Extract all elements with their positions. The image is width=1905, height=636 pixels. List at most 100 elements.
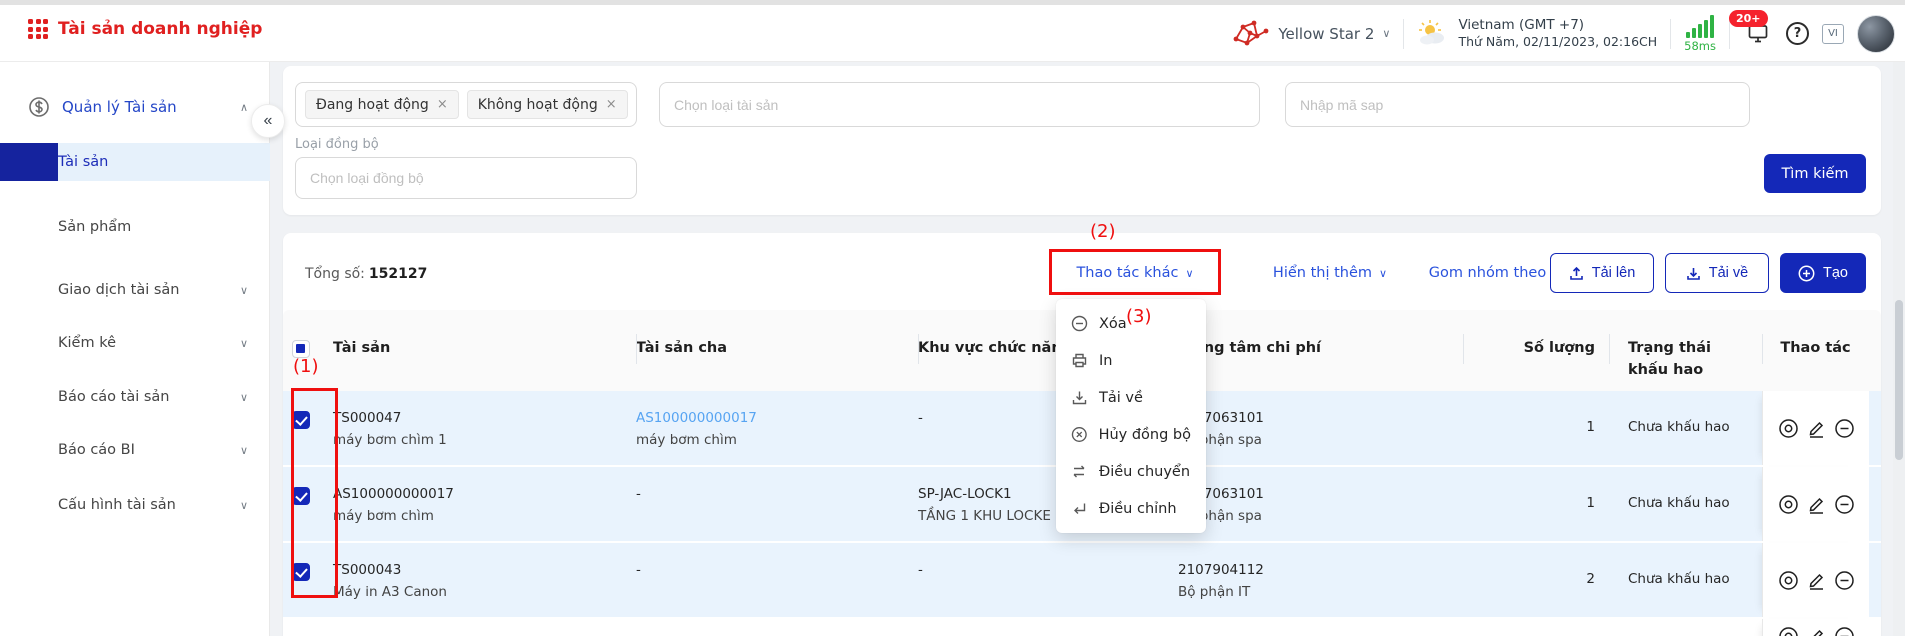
language-toggle[interactable]: VI bbox=[1822, 24, 1844, 44]
search-button[interactable]: Tìm kiếm bbox=[1764, 154, 1866, 193]
scrollbar-thumb[interactable] bbox=[1895, 300, 1903, 460]
notifications-button[interactable]: 20+ bbox=[1743, 19, 1773, 49]
cost-center-name: Bộ phận spa bbox=[1178, 430, 1449, 452]
column-header-depreciation[interactable]: Trạng thái khấu hao bbox=[1609, 310, 1762, 391]
remove-chip-icon[interactable]: × bbox=[437, 97, 448, 112]
download-button[interactable]: Tải về bbox=[1665, 253, 1769, 293]
sidebar-item-label: Cấu hình tài sản bbox=[0, 497, 176, 513]
view-icon[interactable] bbox=[1777, 625, 1800, 636]
menu-item-label: Điều chỉnh bbox=[1099, 501, 1177, 517]
show-more-dropdown-trigger[interactable]: Hiển thị thêm ∨ bbox=[1265, 251, 1395, 295]
sidebar-item-label: Kiểm kê bbox=[0, 335, 116, 351]
column-header-quantity[interactable]: Số lượng bbox=[1463, 310, 1609, 391]
sidebar-item-cau-hinh-tai-san[interactable]: Cấu hình tài sản ∨ bbox=[0, 493, 270, 517]
edit-icon[interactable] bbox=[1805, 493, 1828, 516]
menu-item-download[interactable]: Tải về bbox=[1056, 379, 1206, 416]
view-icon[interactable] bbox=[1777, 417, 1800, 440]
sidebar-item-bao-cao-bi[interactable]: Báo cáo BI ∨ bbox=[0, 438, 270, 462]
help-button[interactable]: ? bbox=[1786, 22, 1809, 45]
cost-center-name: Bộ phận IT bbox=[1178, 582, 1449, 604]
sidebar-section-asset-management[interactable]: Quản lý Tài sản ∧ bbox=[0, 95, 270, 119]
view-icon[interactable] bbox=[1777, 493, 1800, 516]
sync-type-input[interactable] bbox=[295, 157, 637, 199]
network-latency: 58ms bbox=[1684, 14, 1716, 53]
status-multiselect[interactable]: Đang hoạt động × Không hoạt động × bbox=[295, 82, 637, 127]
sidebar-item-label: Báo cáo tài sản bbox=[0, 389, 170, 405]
sidebar-item-label: Báo cáo BI bbox=[0, 442, 135, 458]
asset-type-input[interactable] bbox=[659, 82, 1260, 127]
create-button[interactable]: Tạo bbox=[1780, 253, 1866, 293]
table-row[interactable]: TS000043Máy in A3 Canon - - 2107904112Bộ… bbox=[283, 543, 1881, 619]
region-label: Vietnam (GMT +7) bbox=[1458, 17, 1657, 34]
menu-item-label: Tải về bbox=[1099, 390, 1143, 406]
menu-item-delete[interactable]: Xóa bbox=[1056, 305, 1206, 342]
download-label: Tải về bbox=[1709, 265, 1749, 281]
edit-icon[interactable] bbox=[1805, 569, 1828, 592]
printer-icon bbox=[1071, 352, 1088, 369]
chevron-down-icon: ∨ bbox=[1382, 27, 1390, 40]
sidebar-section-label: Quản lý Tài sản bbox=[62, 98, 177, 116]
more-actions-menu: Xóa In Tải về Hủy đồng bộ Điều chuyển Đi… bbox=[1056, 299, 1206, 533]
minus-circle-icon bbox=[1071, 315, 1088, 332]
chevron-down-icon: ∨ bbox=[1379, 267, 1387, 280]
menu-item-transfer[interactable]: Điều chuyển bbox=[1056, 453, 1206, 490]
chip-label: Không hoạt động bbox=[478, 97, 598, 113]
upload-button[interactable]: Tải lên bbox=[1550, 253, 1654, 293]
total-value: 152127 bbox=[369, 266, 427, 282]
app-header: Tài sản doanh nghiệp Yellow Star 2 ∨ bbox=[0, 5, 1905, 62]
quantity-value: 1 bbox=[1463, 391, 1609, 465]
app-grid-icon[interactable] bbox=[28, 19, 48, 39]
menu-item-adjust[interactable]: Điều chỉnh bbox=[1056, 490, 1206, 527]
divider bbox=[1670, 19, 1671, 49]
more-actions-label: Thao tác khác bbox=[1076, 265, 1178, 281]
status-chip: Không hoạt động × bbox=[467, 90, 628, 119]
deactivate-icon[interactable] bbox=[1833, 417, 1856, 440]
menu-item-cancel-sync[interactable]: Hủy đồng bộ bbox=[1056, 416, 1206, 453]
row-checkbox[interactable] bbox=[292, 563, 310, 581]
menu-item-label: In bbox=[1099, 353, 1112, 369]
column-header-parent[interactable]: Tài sản cha bbox=[636, 310, 918, 391]
group-by-dropdown-trigger[interactable]: Gom nhóm theo ∨ bbox=[1425, 251, 1565, 295]
asset-name: máy bơm chìm bbox=[333, 506, 622, 528]
avatar[interactable] bbox=[1857, 15, 1895, 53]
row-checkbox[interactable] bbox=[292, 411, 310, 429]
remove-chip-icon[interactable]: × bbox=[606, 97, 617, 112]
sidebar-item-giao-dich-tai-san[interactable]: Giao dịch tài sản ∨ bbox=[0, 278, 270, 302]
vertical-scrollbar[interactable] bbox=[1893, 62, 1905, 636]
row-checkbox[interactable] bbox=[292, 487, 310, 505]
column-header-asset[interactable]: Tài sản bbox=[333, 310, 636, 391]
column-header-cost-center[interactable]: Trung tâm chi phí bbox=[1178, 310, 1463, 391]
quantity-value: 1 bbox=[1463, 467, 1609, 541]
app-brand[interactable]: Tài sản doanh nghiệp bbox=[28, 19, 262, 39]
deactivate-icon[interactable] bbox=[1833, 625, 1856, 636]
sidebar-item-tai-san[interactable]: Tài sản bbox=[0, 143, 270, 181]
row-actions bbox=[1762, 391, 1869, 465]
workspace-switcher[interactable]: Yellow Star 2 ∨ bbox=[1230, 19, 1390, 49]
asset-code: TS000043 bbox=[333, 560, 622, 582]
edit-icon[interactable] bbox=[1805, 417, 1828, 440]
menu-item-print[interactable]: In bbox=[1056, 342, 1206, 379]
deactivate-icon[interactable] bbox=[1833, 493, 1856, 516]
sap-code-input[interactable] bbox=[1285, 82, 1750, 127]
select-all-checkbox[interactable] bbox=[292, 340, 310, 358]
upload-icon bbox=[1569, 266, 1584, 281]
close-circle-icon bbox=[1071, 426, 1088, 443]
sidebar-item-san-pham[interactable]: Sản phẩm bbox=[0, 215, 270, 239]
divider bbox=[1403, 19, 1404, 49]
column-header-actions[interactable]: Thao tác bbox=[1762, 310, 1869, 391]
quantity-value: 2 bbox=[1463, 543, 1609, 617]
view-icon[interactable] bbox=[1777, 569, 1800, 592]
sidebar-item-kiem-ke[interactable]: Kiểm kê ∨ bbox=[0, 331, 270, 355]
edit-icon[interactable] bbox=[1805, 625, 1828, 636]
cost-center-name: Bộ phận spa bbox=[1178, 506, 1449, 528]
parent-asset-link[interactable]: AS100000000017 bbox=[636, 408, 904, 430]
deactivate-icon[interactable] bbox=[1833, 569, 1856, 592]
sidebar-item-bao-cao-tai-san[interactable]: Báo cáo tài sản ∨ bbox=[0, 385, 270, 409]
chevron-down-icon: ∨ bbox=[240, 444, 248, 457]
more-actions-dropdown-trigger[interactable]: Thao tác khác ∨ bbox=[1049, 251, 1221, 295]
table-row[interactable] bbox=[283, 619, 1881, 636]
transfer-icon bbox=[1071, 463, 1088, 480]
sidebar-collapse-button[interactable]: « bbox=[251, 104, 285, 138]
create-label: Tạo bbox=[1823, 265, 1848, 281]
menu-item-label: Xóa bbox=[1099, 316, 1127, 332]
